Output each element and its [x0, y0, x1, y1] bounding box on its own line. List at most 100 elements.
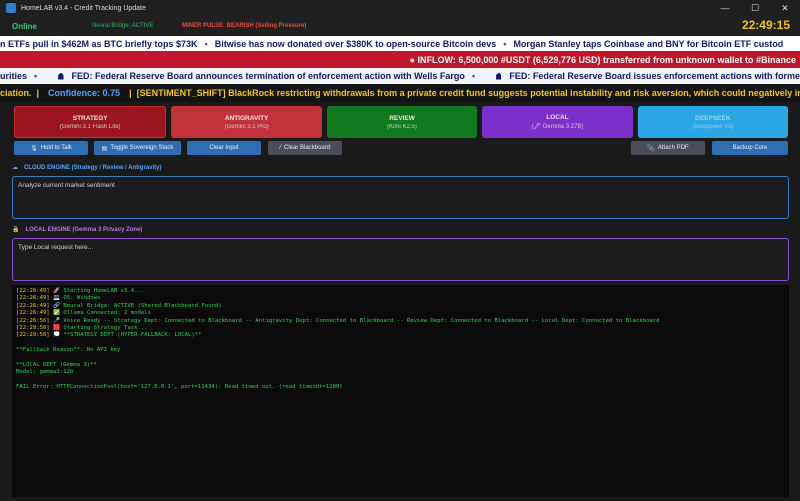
log-line: FAIL Error: HTTPConnectionPool(host='127…: [16, 384, 785, 391]
ticker-separator: |: [129, 88, 132, 98]
whale-alert-ticker: ● INFLOW: 6,500,000 #USDT (6,529,776 USD…: [0, 51, 800, 68]
online-status: Online: [12, 21, 37, 31]
section-label-text: LOCAL ENGINE (Gemma 3 Privacy Zone): [25, 226, 143, 233]
log-text: 🔗 Neural Bridge: ACTIVE (Shared Blackboa…: [49, 302, 222, 309]
news-item: Bitwise has now donated over $380K to op…: [214, 38, 497, 49]
fed-item: FED: Federal Reserve Board issues enforc…: [509, 71, 800, 81]
log-text: ✅ Ollama Connected: 2 models: [49, 310, 151, 317]
sentiment-tail: ciation.: [0, 88, 32, 98]
toggle-sovereign-stack-button[interactable]: ▤ Toggle Sovereign Stack: [94, 141, 181, 155]
sentiment-shift: [SENTIMENT_SHIFT] BlackRock restricting …: [136, 88, 800, 98]
button-label: Hold to Talk: [40, 145, 72, 151]
ticker-separator: •: [204, 38, 208, 49]
cloud-prompt-input[interactable]: Analyze current market sentiment: [12, 176, 789, 219]
cloud-engine-label: ☁ CLOUD ENGINE (Strategy / Review / Anti…: [12, 164, 162, 172]
minimize-button[interactable]: —: [710, 0, 740, 16]
local-model-button[interactable]: LOCAL (🖋 Gemma 3 27B): [482, 106, 633, 138]
bank-icon: [58, 72, 64, 80]
model-subtitle: (Kimi K2.5): [387, 123, 417, 130]
stack-icon: ▤: [101, 145, 108, 152]
section-label-text: CLOUD ENGINE (Strategy / Review / Antigr…: [24, 164, 162, 171]
news-item: Morgan Stanley taps Coinbase and BNY for…: [513, 38, 784, 49]
model-selector: STRATEGY (Gemini 3.1 Flash Lite) ANTIGRA…: [14, 106, 789, 138]
model-subtitle: (Gemini 3.1 Flash Lite): [59, 123, 121, 130]
clear-blackboard-button[interactable]: ⁄ Clear Blackboard: [268, 141, 342, 155]
status-bar: Online Neural Bridge: ACTIVE MINER PULSE…: [0, 16, 800, 36]
log-line: Model: gemma3:12b: [16, 369, 785, 376]
maximize-button[interactable]: ☐: [740, 0, 770, 16]
button-label: Backup Core: [732, 145, 768, 151]
log-text: 💭 **STRATEGY DEPT (HYPER-FALLBACK: LOCAL…: [49, 332, 202, 339]
log-text: 🎤 Voice Ready -- Strategy Dept: Connecte…: [49, 317, 660, 324]
log-text: 💻 OS: Windows: [49, 295, 101, 302]
log-timestamp: [22:26:56]: [16, 317, 50, 324]
close-button[interactable]: ✕: [770, 0, 800, 16]
log-text: **LOCAL DEPT (Gemma 3)**: [16, 362, 97, 369]
model-name: REVIEW: [389, 114, 415, 122]
log-line: **Fallback Reason**: No API key: [16, 347, 785, 354]
sentiment-confidence: Confidence: 0.75: [48, 88, 121, 98]
model-name: DEEPSEEK: [695, 114, 731, 122]
log-timestamp: [22:29:56]: [16, 332, 50, 339]
button-label: Attach PDF: [657, 145, 689, 151]
log-timestamp: [22:26:49]: [16, 302, 50, 309]
lock-icon: 🔒: [12, 227, 20, 233]
log-timestamp: [22:26:49]: [16, 310, 50, 317]
broom-icon: ⁄: [279, 145, 281, 151]
microphone-icon: 🎙: [30, 145, 38, 152]
model-subtitle: (🖋 Gemma 3 27B): [531, 124, 584, 130]
fed-ticker: urities • FED: Federal Reserve Board ann…: [0, 68, 800, 84]
cloud-prompt-text: Analyze current market sentiment: [18, 182, 115, 189]
review-model-button[interactable]: REVIEW (Kimi K2.5): [326, 106, 478, 138]
window-title: HomeLAB v3.4 - Credit Tracking Update: [21, 4, 146, 12]
button-label: Clear Blackboard: [283, 145, 331, 151]
neural-bridge-status: Neural Bridge: ACTIVE: [92, 23, 154, 29]
fed-item: urities: [0, 71, 28, 81]
model-name: STRATEGY: [72, 114, 108, 122]
app-window: HomeLAB v3.4 - Credit Tracking Update — …: [0, 0, 800, 501]
log-timestamp: [22:26:49]: [16, 288, 50, 294]
antigravity-model-button[interactable]: ANTIGRAVITY (Gemini 3.1 Pro): [171, 106, 322, 138]
news-item: n ETFs pull in $462M as BTC briefly tops…: [0, 38, 198, 49]
log-text: 🚀 Starting HomeLAB v3.4...: [49, 288, 145, 294]
local-engine-label: 🔒 LOCAL ENGINE (Gemma 3 Privacy Zone): [12, 226, 143, 234]
log-text: Model: gemma3:12b: [16, 369, 74, 376]
paperclip-icon: 📎: [647, 145, 655, 152]
attach-pdf-button[interactable]: 📎 Attach PDF: [631, 141, 705, 155]
ticker-separator: •: [503, 38, 507, 49]
log-line: [22:29:56] 💭 **STRATEGY DEPT (HYPER-FALL…: [16, 332, 785, 339]
log-line: [22:26:49] 💻 OS: Windows: [16, 295, 785, 302]
model-name: LOCAL: [546, 114, 569, 121]
console-log[interactable]: [22:26:49] 🚀 Starting HomeLAB v3.4... [22…: [12, 285, 789, 497]
log-text: **Fallback Reason**: No API key: [16, 347, 121, 354]
whale-alert-item: ● INFLOW: 6,500,000 #USDT (6,529,776 USD…: [409, 54, 796, 65]
news-ticker: n ETFs pull in $462M as BTC briefly tops…: [0, 36, 800, 51]
log-line: **LOCAL DEPT (Gemma 3)**: [16, 362, 785, 369]
hold-to-talk-button[interactable]: 🎙 Hold to Talk: [14, 141, 88, 155]
log-text: FAIL Error: HTTPConnectionPool(host='127…: [16, 384, 343, 391]
log-line: [22:26:49] ✅ Ollama Connected: 2 models: [16, 310, 785, 317]
sentiment-ticker: ciation. | Confidence: 0.75 | [SENTIMENT…: [0, 84, 800, 102]
clock: 22:49:15: [741, 18, 790, 32]
ticker-separator: •: [471, 71, 476, 81]
toolbar: 🎙 Hold to Talk ▤ Toggle Sovereign Stack …: [14, 141, 788, 155]
deepseek-model-button[interactable]: DEEPSEEK (DeepSeek V3): [637, 106, 789, 138]
button-label: Clear Input: [209, 145, 239, 151]
log-text: 🟥 Starting Strategy Task...: [49, 325, 148, 332]
clear-input-button[interactable]: Clear Input: [187, 141, 261, 155]
ticker-separator: |: [36, 88, 40, 98]
miner-pulse-status: MINER PULSE: BEARISH (Selling Pressure): [182, 23, 307, 29]
ticker-separator: •: [34, 71, 38, 81]
backup-core-button[interactable]: Backup Core: [712, 141, 788, 155]
log-timestamp: [22:26:49]: [16, 295, 50, 302]
model-subtitle: (DeepSeek V3): [692, 123, 734, 130]
fed-item: FED: Federal Reserve Board announces ter…: [71, 71, 465, 81]
strategy-model-button[interactable]: STRATEGY (Gemini 3.1 Flash Lite): [14, 106, 167, 138]
model-name: ANTIGRAVITY: [224, 114, 269, 122]
button-label: Toggle Sovereign Stack: [110, 145, 174, 151]
local-prompt-input[interactable]: Type Local request here...: [12, 238, 789, 281]
title-bar: HomeLAB v3.4 - Credit Tracking Update — …: [0, 0, 800, 16]
log-timestamp: [22:29:56]: [16, 325, 50, 332]
